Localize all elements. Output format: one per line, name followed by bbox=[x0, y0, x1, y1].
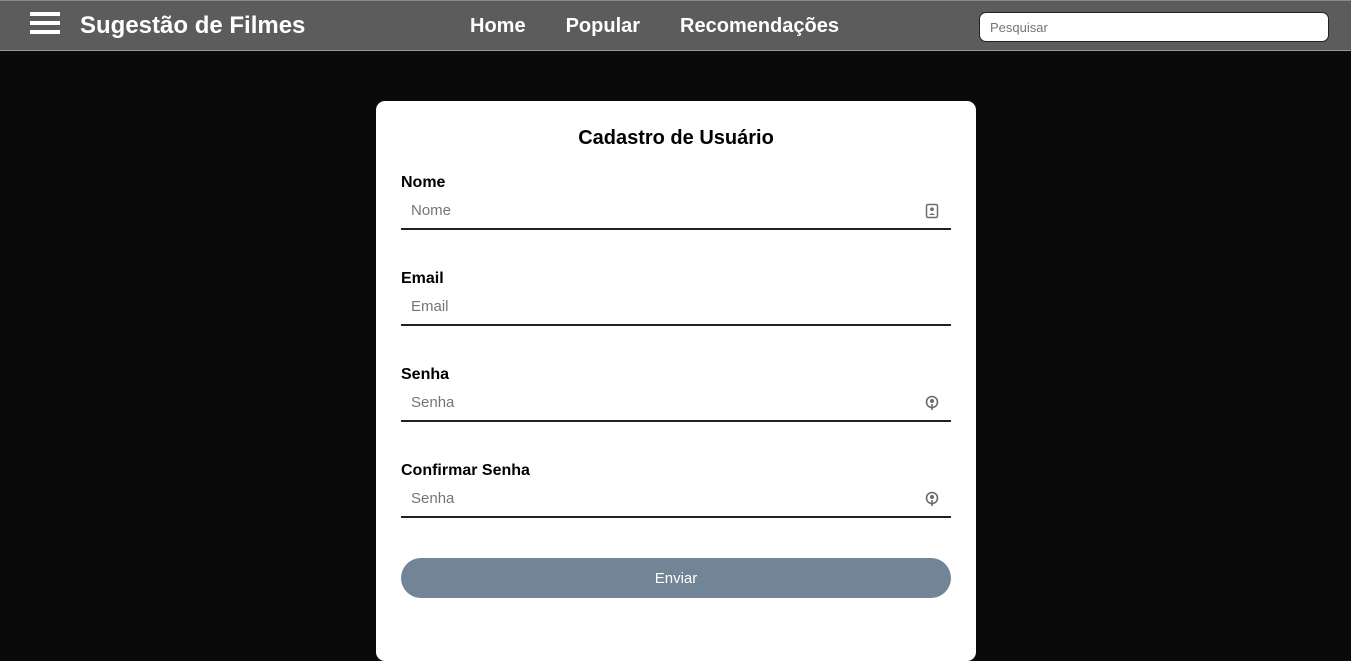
nav-link-home[interactable]: Home bbox=[470, 13, 526, 39]
site-title: Sugestão de Filmes bbox=[80, 12, 306, 39]
password-key-icon[interactable] bbox=[925, 491, 939, 507]
name-input[interactable] bbox=[401, 193, 951, 230]
contact-card-icon bbox=[925, 203, 939, 219]
hamburger-menu-icon[interactable] bbox=[30, 12, 60, 36]
confirm-password-input[interactable] bbox=[401, 481, 951, 518]
confirm-password-label: Confirmar Senha bbox=[401, 462, 530, 479]
main-nav: Home Popular Recomendações bbox=[470, 13, 839, 39]
menu-bar bbox=[30, 21, 60, 25]
password-input[interactable] bbox=[401, 385, 951, 422]
menu-bar bbox=[30, 12, 60, 16]
password-key-icon[interactable] bbox=[925, 395, 939, 411]
form-title: Cadastro de Usuário bbox=[578, 127, 774, 149]
nav-link-popular[interactable]: Popular bbox=[566, 13, 640, 39]
signup-card: Cadastro de Usuário Nome Email Senha Con… bbox=[376, 101, 976, 661]
search-input[interactable] bbox=[979, 12, 1329, 42]
menu-bar bbox=[30, 30, 60, 34]
password-label: Senha bbox=[401, 366, 450, 383]
email-input[interactable] bbox=[401, 289, 951, 326]
nav-link-recomendacoes[interactable]: Recomendações bbox=[680, 13, 839, 39]
top-navbar: Sugestão de Filmes Home Popular Recomend… bbox=[0, 0, 1351, 51]
email-label: Email bbox=[401, 270, 444, 287]
submit-button[interactable]: Enviar bbox=[401, 558, 951, 598]
name-label: Nome bbox=[401, 174, 446, 191]
